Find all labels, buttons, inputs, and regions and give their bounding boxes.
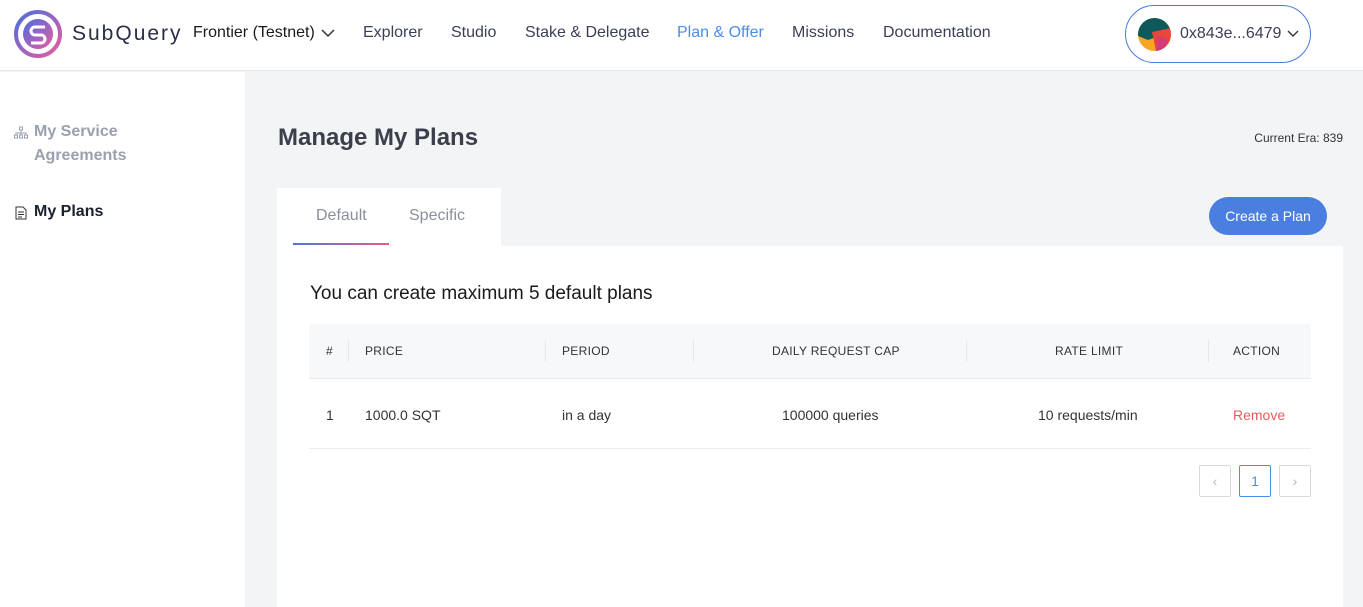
pagination-next[interactable]: › xyxy=(1279,465,1311,497)
nav-documentation[interactable]: Documentation xyxy=(883,24,991,42)
sidebar-item-my-plans[interactable]: My Plans xyxy=(14,200,103,224)
top-navbar: SubQuery Frontier (Testnet) Explorer Stu… xyxy=(0,0,1363,71)
wallet-button[interactable]: 0x843e...6479 xyxy=(1125,5,1311,63)
current-era: Current Era: 839 xyxy=(1254,131,1343,145)
nav-plan-offer[interactable]: Plan & Offer xyxy=(677,24,764,42)
sidebar-item-label: My Plans xyxy=(34,203,104,220)
plans-limit-text: You can create maximum 5 default plans xyxy=(310,283,653,304)
plan-tabs: Default Specific xyxy=(277,188,501,246)
chevron-right-icon: › xyxy=(1292,473,1298,489)
pagination-page[interactable]: 1 xyxy=(1239,465,1271,497)
sidebar-item-label: My Service Agreements xyxy=(34,123,127,164)
nav-missions[interactable]: Missions xyxy=(792,24,854,42)
brand-name: SubQuery xyxy=(72,22,183,45)
column-header-index: # xyxy=(326,344,333,358)
column-divider xyxy=(1208,340,1209,362)
column-divider xyxy=(693,340,694,362)
cell-price: 1000.0 SQT xyxy=(365,407,441,423)
cell-period: in a day xyxy=(562,407,612,423)
column-header-price: PRICE xyxy=(365,344,404,358)
document-icon xyxy=(15,206,27,220)
column-header-daily-cap: DAILY REQUEST CAP xyxy=(772,344,900,358)
table-header: # PRICE PERIOD DAILY REQUEST CAP RATE LI… xyxy=(309,324,1311,379)
column-header-period: PERIOD xyxy=(562,344,610,358)
chevron-down-icon xyxy=(321,29,335,38)
plans-panel: You can create maximum 5 default plans #… xyxy=(277,246,1343,607)
cell-rate-limit: 10 requests/min xyxy=(1038,407,1138,423)
create-plan-button[interactable]: Create a Plan xyxy=(1209,197,1327,235)
nav-stake-delegate[interactable]: Stake & Delegate xyxy=(525,24,650,42)
tab-default[interactable]: Default xyxy=(316,207,367,225)
nav-studio[interactable]: Studio xyxy=(451,24,496,42)
column-divider xyxy=(348,340,349,362)
pagination-prev[interactable]: ‹ xyxy=(1199,465,1231,497)
column-divider xyxy=(545,340,546,362)
remove-plan-button[interactable]: Remove xyxy=(1233,407,1285,423)
active-tab-indicator xyxy=(293,243,389,245)
chevron-left-icon: ‹ xyxy=(1212,473,1218,489)
cell-daily-cap: 100000 queries xyxy=(782,407,879,423)
subquery-logo-icon xyxy=(14,10,62,58)
plans-table: # PRICE PERIOD DAILY REQUEST CAP RATE LI… xyxy=(309,324,1311,449)
cell-index: 1 xyxy=(326,407,334,423)
network-selector[interactable]: Frontier (Testnet) xyxy=(193,24,335,42)
network-label: Frontier (Testnet) xyxy=(193,24,315,41)
nav-explorer[interactable]: Explorer xyxy=(363,24,423,42)
column-header-action: ACTION xyxy=(1233,344,1281,358)
column-header-rate-limit: RATE LIMIT xyxy=(1055,344,1124,358)
table-row: 1 1000.0 SQT in a day 100000 queries 10 … xyxy=(309,379,1311,449)
wallet-avatar-icon xyxy=(1138,17,1171,51)
chevron-down-icon xyxy=(1287,30,1299,37)
hierarchy-icon xyxy=(14,126,28,139)
column-divider xyxy=(966,340,967,362)
page-title: Manage My Plans xyxy=(278,124,479,151)
subquery-logo[interactable]: SubQuery xyxy=(14,10,183,58)
tab-specific[interactable]: Specific xyxy=(409,207,465,225)
wallet-address: 0x843e...6479 xyxy=(1180,25,1282,42)
sidebar: My Service Agreements My Plans xyxy=(0,72,245,607)
sidebar-item-service-agreements[interactable]: My Service Agreements xyxy=(14,120,144,168)
